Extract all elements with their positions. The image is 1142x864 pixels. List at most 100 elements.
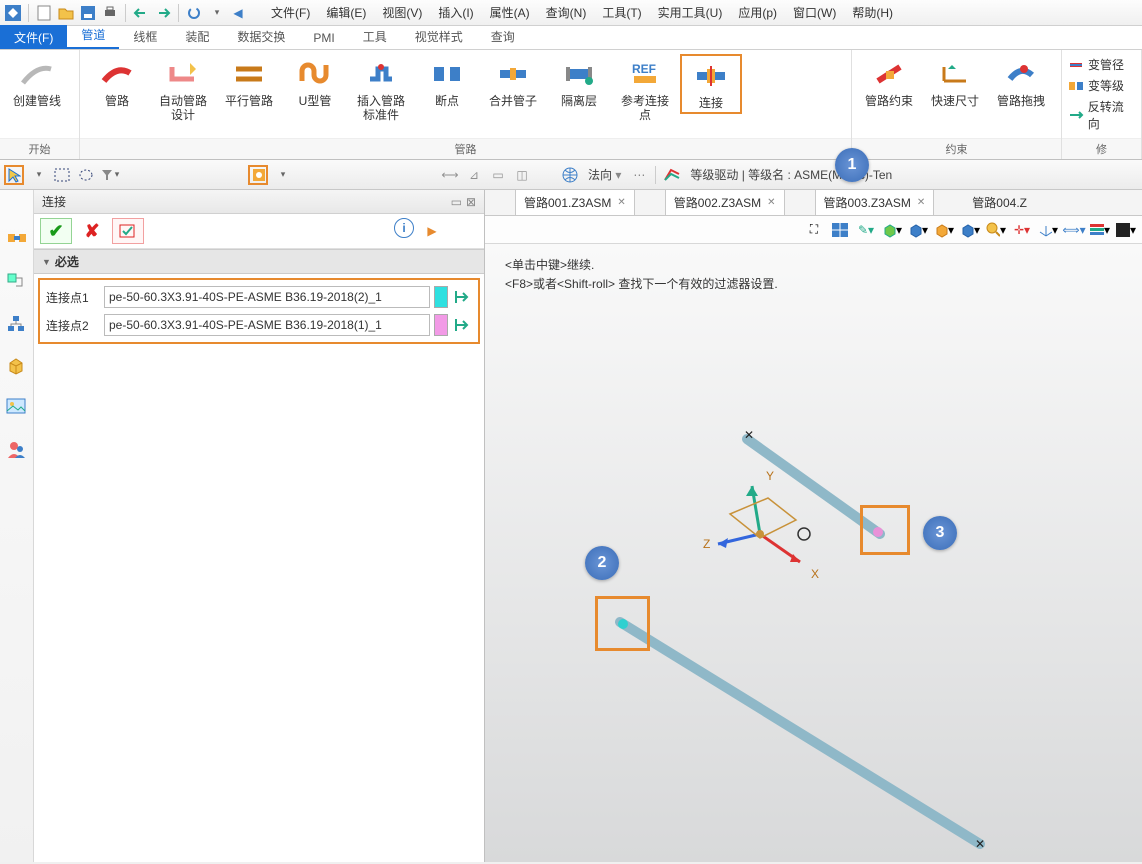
menu-attr[interactable]: 属性(A) bbox=[484, 4, 536, 21]
dim-icon-1[interactable]: ⟷ bbox=[440, 165, 460, 185]
btn-管路拖拽[interactable]: 管路拖拽 bbox=[990, 54, 1052, 110]
lasso-icon[interactable] bbox=[76, 165, 96, 185]
ribbon-tab-pmi[interactable]: PMI bbox=[299, 27, 348, 49]
next-icon[interactable]: ▶ bbox=[416, 218, 448, 244]
ribbon-tab-assembly[interactable]: 装配 bbox=[171, 24, 223, 49]
btn-断点[interactable]: 断点 bbox=[416, 54, 478, 110]
box-select-icon[interactable] bbox=[52, 165, 72, 185]
menu-edit[interactable]: 编辑(E) bbox=[320, 4, 372, 21]
select-tool[interactable] bbox=[4, 165, 24, 185]
globe-icon[interactable] bbox=[560, 165, 580, 185]
undo-icon[interactable] bbox=[132, 4, 150, 22]
btn-参考连接点[interactable]: REF参考连接点 bbox=[614, 54, 676, 125]
prop-反转流向[interactable]: 反转流向 bbox=[1068, 98, 1135, 132]
doc-tab-1[interactable]: 管路001.Z3ASM✕ bbox=[515, 189, 635, 215]
pick-icon[interactable] bbox=[452, 315, 472, 335]
ok-button[interactable]: ✔ bbox=[40, 218, 72, 244]
dim-icon-2[interactable]: ⊿ bbox=[464, 165, 484, 185]
btn-隔离层[interactable]: 隔离层 bbox=[548, 54, 610, 110]
redo-icon[interactable] bbox=[154, 4, 172, 22]
vp-cube3-icon[interactable]: ▾ bbox=[934, 220, 954, 240]
btn-快速尺寸[interactable]: 快速尺寸 bbox=[924, 54, 986, 110]
btn-U型管[interactable]: U型管 bbox=[284, 54, 346, 110]
ribbon-tab-pipe[interactable]: 管道 bbox=[67, 22, 119, 49]
save-icon[interactable] bbox=[79, 4, 97, 22]
viewport-toolbar: ⛶ ✎▾ ▾ ▾ ▾ ▾ ▾ ✛▾ ▾ ⟺▾ ▾ ▾ bbox=[485, 216, 1142, 244]
prop-变等级[interactable]: 变等级 bbox=[1068, 77, 1135, 94]
open-icon[interactable] bbox=[57, 4, 75, 22]
ribbon-tab-query2[interactable]: 查询 bbox=[477, 24, 529, 49]
vi-hierarchy-icon[interactable] bbox=[6, 314, 28, 336]
close-icon[interactable]: ✕ bbox=[917, 197, 925, 208]
new-icon[interactable] bbox=[35, 4, 53, 22]
filter-icon[interactable] bbox=[100, 165, 120, 185]
close-icon[interactable]: ✕ bbox=[617, 197, 625, 208]
file-tab[interactable]: 文件(F) bbox=[0, 25, 67, 49]
vi-tree-icon[interactable] bbox=[6, 272, 28, 294]
row-input[interactable]: pe-50-60.3X3.91-40S-PE-ASME B36.19-2018(… bbox=[104, 286, 430, 308]
3d-canvas[interactable]: ✕ ✕ X Y Z 2 bbox=[485, 244, 1142, 862]
close-icon[interactable]: ✕ bbox=[767, 197, 775, 208]
dim-icon-4[interactable]: ◫ bbox=[512, 165, 532, 185]
vp-fit-icon[interactable]: ⛶ bbox=[804, 220, 824, 240]
history-dropdown[interactable] bbox=[207, 4, 225, 22]
panel-restore-icon[interactable]: ▭ bbox=[451, 195, 462, 209]
vp-pencil-icon[interactable]: ✎▾ bbox=[856, 220, 876, 240]
vp-measure-icon[interactable]: ⟺▾ bbox=[1064, 220, 1084, 240]
btn-自动管路设计[interactable]: 自动管路设计 bbox=[152, 54, 214, 125]
apply-button[interactable] bbox=[112, 218, 144, 244]
info-icon[interactable]: i bbox=[394, 218, 414, 238]
btn-管路约束[interactable]: 管路约束 bbox=[858, 54, 920, 110]
menu-util[interactable]: 实用工具(U) bbox=[652, 4, 729, 21]
dots-icon[interactable]: ⋯ bbox=[629, 165, 649, 185]
ribbon-tab-tools[interactable]: 工具 bbox=[349, 24, 401, 49]
btn-插入管路标准件[interactable]: 插入管路标准件 bbox=[350, 54, 412, 125]
select-dropdown[interactable] bbox=[28, 165, 48, 185]
vp-layers-icon[interactable]: ▾ bbox=[1090, 220, 1110, 240]
menu-tools[interactable]: 工具(T) bbox=[596, 4, 647, 21]
vp-axis-icon[interactable]: ▾ bbox=[1038, 220, 1058, 240]
vi-connect-icon[interactable] bbox=[6, 230, 28, 252]
vp-cube4-icon[interactable]: ▾ bbox=[960, 220, 980, 240]
cancel-button[interactable]: ✘ bbox=[76, 218, 108, 244]
ribbon-tab-visual[interactable]: 视觉样式 bbox=[401, 24, 477, 49]
ribbon-tab-exchange[interactable]: 数据交换 bbox=[223, 24, 299, 49]
menu-file[interactable]: 文件(F) bbox=[265, 4, 316, 21]
panel-section-header[interactable]: 必选 bbox=[34, 249, 484, 274]
vp-color-icon[interactable]: ▾ bbox=[1116, 220, 1136, 240]
dim-icon-3[interactable]: ▭ bbox=[488, 165, 508, 185]
prop-变管径[interactable]: 变管径 bbox=[1068, 56, 1135, 73]
ribbon-tab-wireframe[interactable]: 线框 bbox=[119, 24, 171, 49]
vp-center-icon[interactable]: ✛▾ bbox=[1012, 220, 1032, 240]
btn-连接[interactable]: 连接 bbox=[680, 54, 742, 114]
refresh-icon[interactable] bbox=[185, 4, 203, 22]
menu-help[interactable]: 帮助(H) bbox=[846, 4, 899, 21]
vp-cube2-icon[interactable]: ▾ bbox=[908, 220, 928, 240]
vi-box-icon[interactable] bbox=[6, 356, 28, 378]
menu-query[interactable]: 查询(N) bbox=[540, 4, 593, 21]
back-icon[interactable]: ◀ bbox=[229, 4, 247, 22]
panel-close-icon[interactable]: ⊠ bbox=[466, 195, 476, 209]
doc-tab-4[interactable]: 管路004.Z bbox=[964, 190, 1035, 215]
btn-create-pipeline[interactable]: 创建管线 bbox=[6, 54, 68, 110]
pick-icon[interactable] bbox=[452, 287, 472, 307]
vp-grid-icon[interactable] bbox=[830, 220, 850, 240]
btn-管路[interactable]: 管路 bbox=[86, 54, 148, 110]
print-icon[interactable] bbox=[101, 4, 119, 22]
vp-cube1-icon[interactable]: ▾ bbox=[882, 220, 902, 240]
btn-平行管路[interactable]: 平行管路 bbox=[218, 54, 280, 110]
btn-合并管子[interactable]: 合并管子 bbox=[482, 54, 544, 110]
menu-view[interactable]: 视图(V) bbox=[376, 4, 428, 21]
menu-window[interactable]: 窗口(W) bbox=[787, 4, 842, 21]
menu-insert[interactable]: 插入(I) bbox=[432, 4, 479, 21]
doc-tab-3[interactable]: 管路003.Z3ASM✕ bbox=[815, 189, 935, 215]
snap-dropdown[interactable] bbox=[272, 165, 292, 185]
vi-image-icon[interactable] bbox=[6, 398, 28, 420]
normal-combo[interactable]: 法向 ▾ bbox=[584, 166, 625, 183]
menu-app[interactable]: 应用(p) bbox=[732, 4, 783, 21]
vp-zoom-icon[interactable]: ▾ bbox=[986, 220, 1006, 240]
row-input[interactable]: pe-50-60.3X3.91-40S-PE-ASME B36.19-2018(… bbox=[104, 314, 430, 336]
doc-tab-2[interactable]: 管路002.Z3ASM✕ bbox=[665, 189, 785, 215]
vi-user-icon[interactable] bbox=[6, 440, 28, 462]
snap-tool[interactable] bbox=[248, 165, 268, 185]
